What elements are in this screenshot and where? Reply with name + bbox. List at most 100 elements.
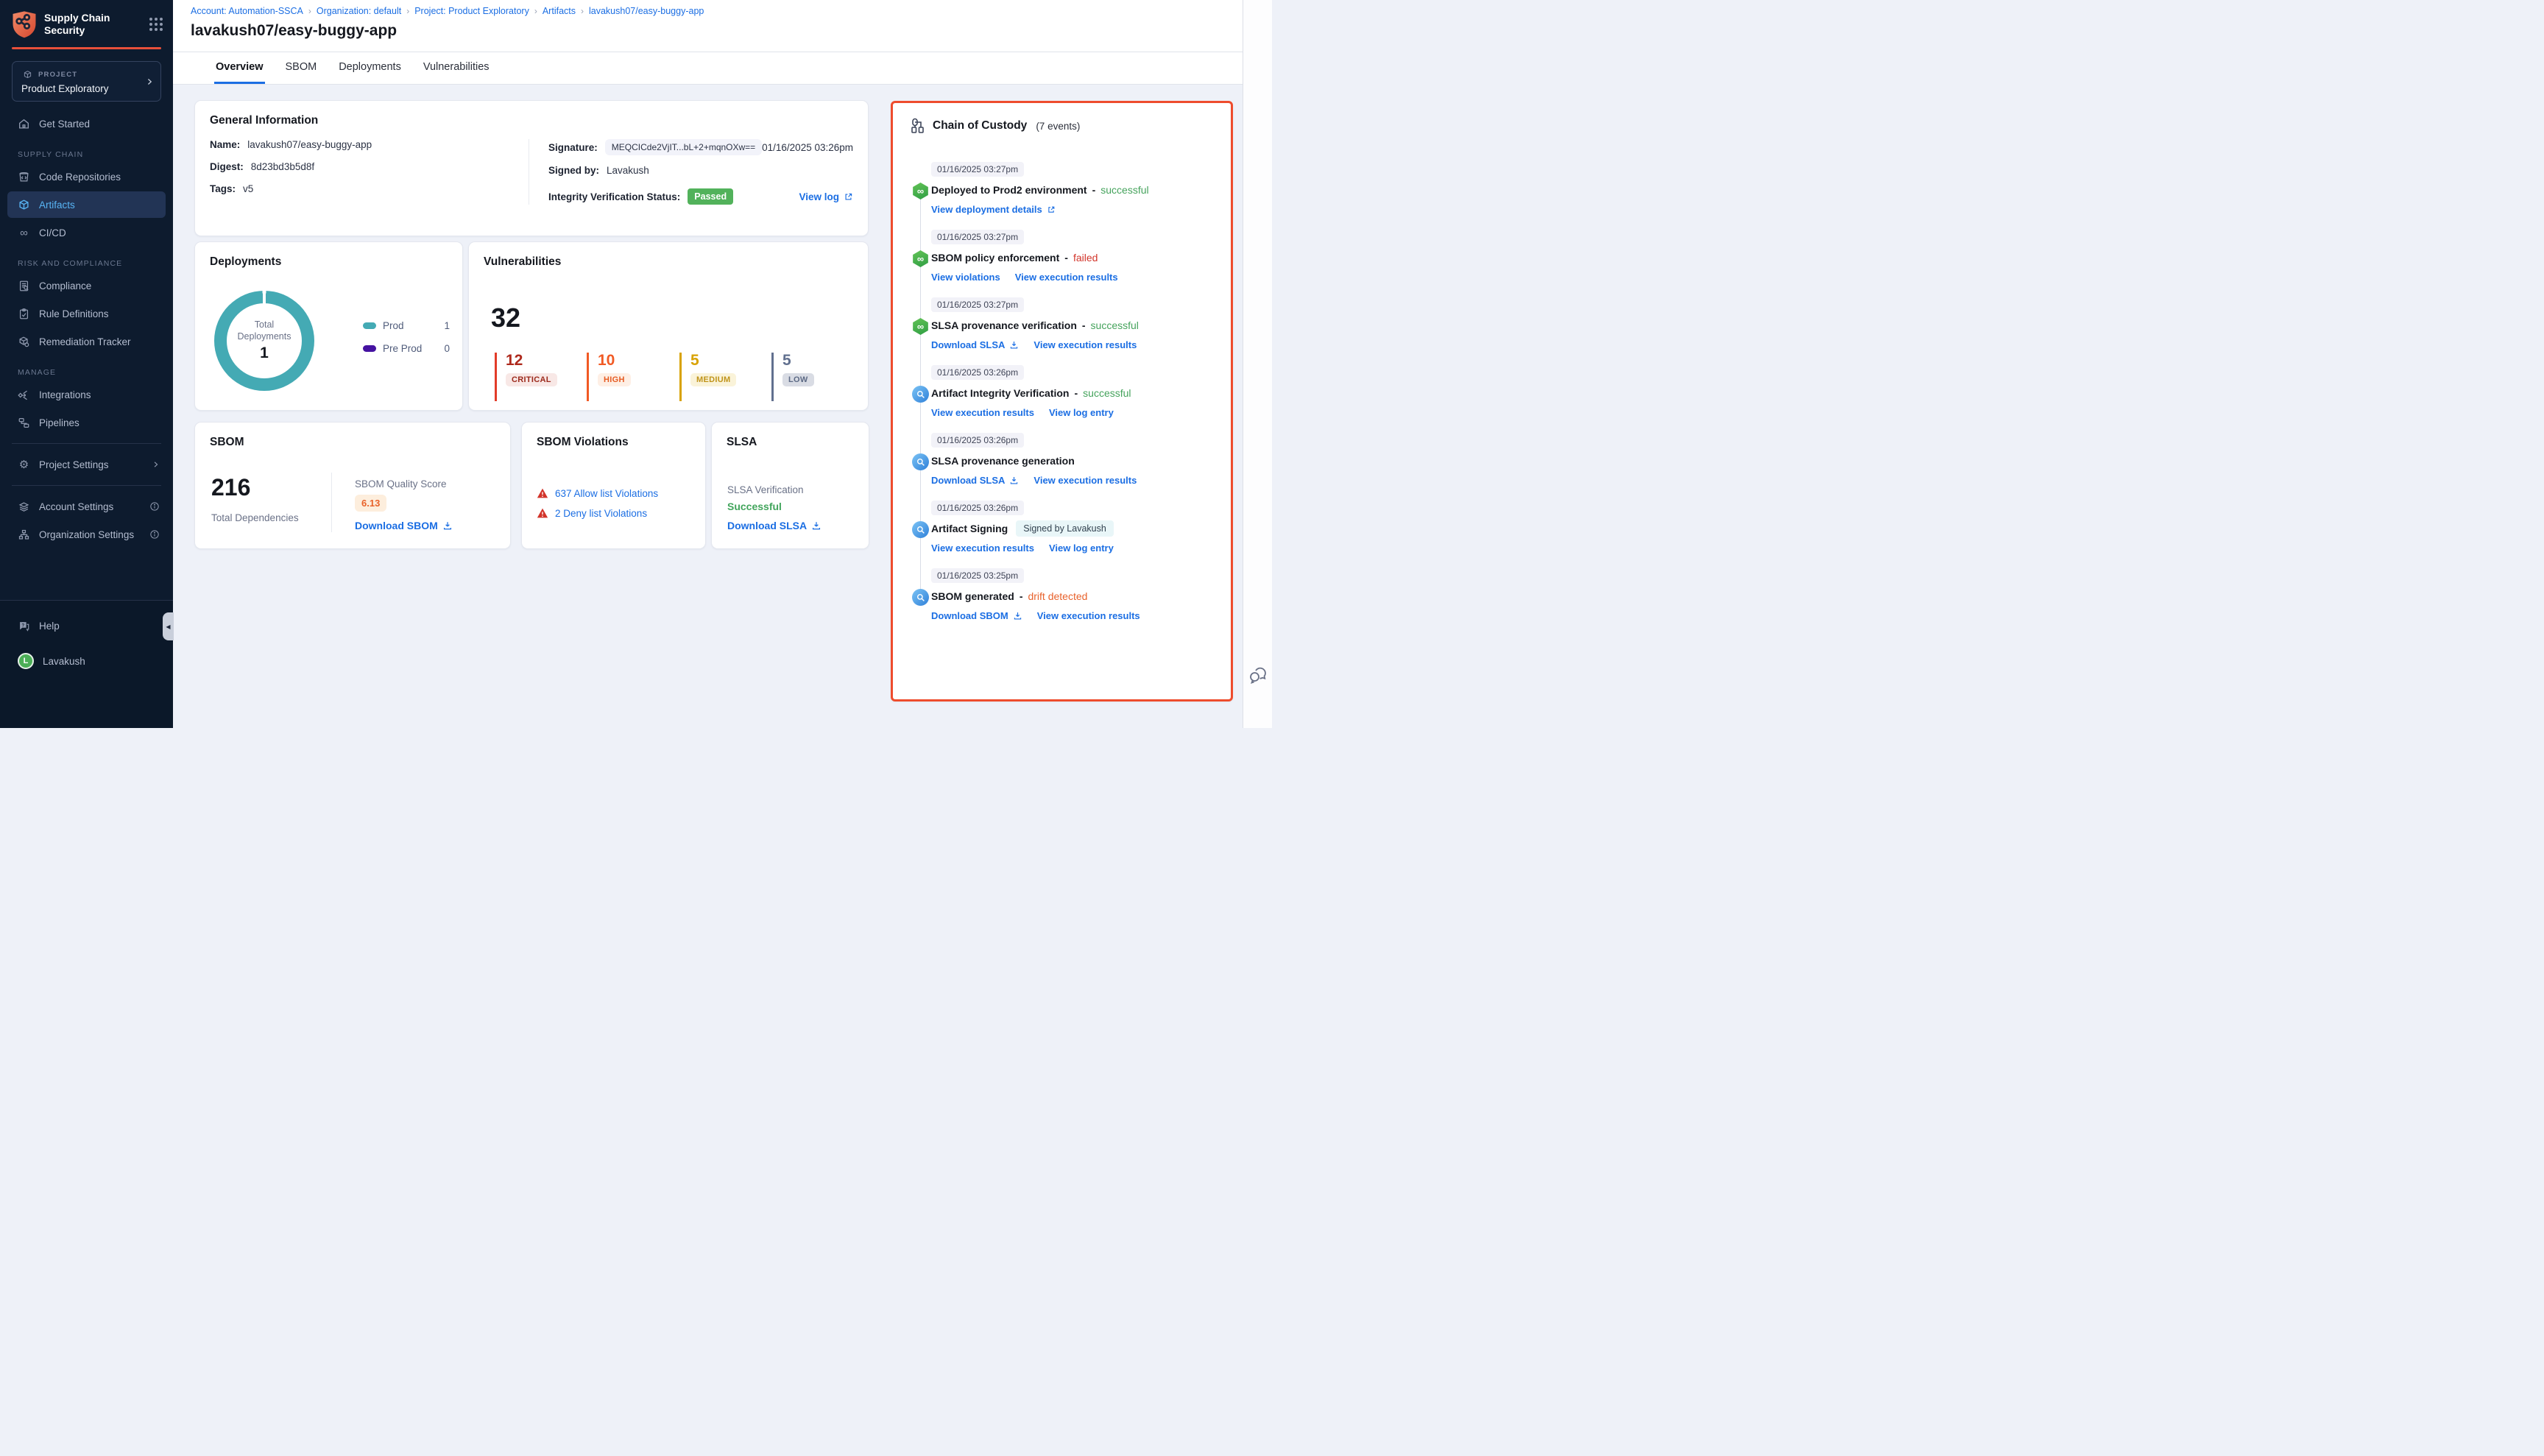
view-log-entry-link[interactable]: View log entry xyxy=(1049,407,1114,418)
sidebar-item-label: Artifacts xyxy=(39,199,160,211)
scan-event-icon xyxy=(912,521,929,538)
sidebar-item-artifacts[interactable]: Artifacts xyxy=(7,191,166,218)
deny-list-violations-link[interactable]: 2 Deny list Violations xyxy=(555,508,647,519)
slsa-card: SLSA SLSA Verification Successful Downlo… xyxy=(711,422,869,549)
download-slsa-link[interactable]: Download SLSA xyxy=(727,520,822,531)
sidebar-item-get-started[interactable]: Get Started xyxy=(7,110,166,137)
infinity-icon: ∞ xyxy=(18,227,30,239)
sidebar-section-manage: MANAGE xyxy=(18,368,173,377)
sidebar-item-rule-definitions[interactable]: Rule Definitions xyxy=(7,300,166,327)
sidebar-item-cicd[interactable]: ∞ CI/CD xyxy=(7,219,166,246)
event-title: SBOM generated xyxy=(931,590,1014,602)
breadcrumb-separator: › xyxy=(406,6,409,16)
breadcrumb-separator: › xyxy=(534,6,537,16)
tab-sbom[interactable]: SBOM xyxy=(284,52,319,84)
name-label: Name: xyxy=(210,139,240,150)
sidebar-item-label: Project Settings xyxy=(39,459,143,470)
sidebar-collapse-button[interactable]: ◀ xyxy=(163,612,174,640)
sidebar-item-label: Pipelines xyxy=(39,417,160,428)
severity-badge: CRITICAL xyxy=(506,373,557,386)
sidebar-item-pipelines[interactable]: Pipelines xyxy=(7,409,166,436)
sidebar-item-organization-settings[interactable]: Organization Settings xyxy=(7,521,166,548)
sidebar-item-integrations[interactable]: Integrations xyxy=(7,381,166,408)
view-violations-link[interactable]: View violations xyxy=(931,272,1000,283)
sidebar-item-project-settings[interactable]: ⚙ Project Settings xyxy=(7,451,166,478)
project-selector-value: Product Exploratory xyxy=(21,83,143,94)
sbom-card: SBOM 216 Total Dependencies SBOM Quality… xyxy=(194,422,511,549)
event-title: SLSA provenance verification xyxy=(931,319,1077,331)
chevron-right-icon xyxy=(152,460,160,469)
donut-center-label: Total Deployments 1 xyxy=(214,291,314,391)
event-timestamp: 01/16/2025 03:26pm xyxy=(931,501,1024,515)
view-log-entry-link[interactable]: View log entry xyxy=(1049,543,1114,554)
sidebar-item-account-settings[interactable]: Account Settings xyxy=(7,493,166,520)
event-title: Deployed to Prod2 environment xyxy=(931,184,1087,196)
event-timestamp: 01/16/2025 03:27pm xyxy=(931,297,1024,312)
view-execution-results-link[interactable]: View execution results xyxy=(1034,475,1137,486)
separator: - xyxy=(1082,319,1086,331)
tags-value: v5 xyxy=(243,183,253,194)
svg-text:?: ? xyxy=(21,623,24,628)
download-slsa-link[interactable]: Download SLSA xyxy=(931,339,1019,350)
chain-of-custody-panel: Chain of Custody (7 events) 01/16/2025 0… xyxy=(891,101,1233,702)
event-slsa-provenance-verification: 01/16/2025 03:27pm ∞ SLSA provenance ver… xyxy=(911,297,1213,365)
event-timestamp: 01/16/2025 03:25pm xyxy=(931,568,1024,583)
download-sbom-link[interactable]: Download SBOM xyxy=(355,520,453,531)
chain-of-custody-icon xyxy=(911,118,925,134)
info-icon[interactable] xyxy=(149,501,160,512)
sidebar-item-code-repositories[interactable]: Code Repositories xyxy=(7,163,166,190)
severity-critical: 12 CRITICAL xyxy=(495,353,557,401)
view-execution-results-link[interactable]: View execution results xyxy=(1015,272,1118,283)
allow-list-violations-row: 637 Allow list Violations xyxy=(537,487,658,499)
download-slsa-link[interactable]: Download SLSA xyxy=(931,475,1019,486)
sidebar-item-compliance[interactable]: Compliance xyxy=(7,272,166,299)
total-dependencies-label: Total Dependencies xyxy=(211,512,299,523)
page-header: Account: Automation-SSCA › Organization:… xyxy=(173,0,1243,52)
sbom-violations-card: SBOM Violations 637 Allow list Violation… xyxy=(521,422,706,549)
pipeline-event-icon: ∞ xyxy=(912,183,929,199)
tab-vulnerabilities[interactable]: Vulnerabilities xyxy=(422,52,491,84)
signed-by-value: Lavakush xyxy=(607,165,649,176)
avatar: L xyxy=(18,653,34,669)
digest-value: 8d23bd3b5d8f xyxy=(251,161,314,172)
breadcrumb-artifact[interactable]: lavakush07/easy-buggy-app xyxy=(589,6,704,16)
user-name: Lavakush xyxy=(43,656,160,667)
view-execution-results-link[interactable]: View execution results xyxy=(1037,610,1140,621)
card-title: SLSA xyxy=(727,436,854,449)
prod-swatch xyxy=(363,322,376,329)
sidebar-item-label: Organization Settings xyxy=(39,529,141,540)
project-selector[interactable]: PROJECT Product Exploratory xyxy=(12,61,161,102)
download-sbom-link[interactable]: Download SBOM xyxy=(931,610,1022,621)
user-menu[interactable]: L Lavakush xyxy=(7,648,166,674)
project-cube-icon xyxy=(21,68,34,81)
integrity-status-label: Integrity Verification Status: xyxy=(548,191,680,202)
event-artifact-integrity-verification: 01/16/2025 03:26pm Artifact Integrity Ve… xyxy=(911,365,1213,433)
signature-value[interactable]: MEQCICde2VjIT...bL+2+mqnOXw== xyxy=(605,139,762,155)
view-execution-results-link[interactable]: View execution results xyxy=(931,407,1034,418)
sidebar-item-label: Rule Definitions xyxy=(39,308,160,319)
view-log-link[interactable]: View log xyxy=(799,191,853,202)
tab-deployments[interactable]: Deployments xyxy=(337,52,403,84)
breadcrumb-organization[interactable]: Organization: default xyxy=(317,6,401,16)
download-icon xyxy=(811,520,822,531)
severity-medium: 5 MEDIUM xyxy=(679,353,736,401)
sidebar-item-help[interactable]: ? Help xyxy=(7,612,166,639)
general-information-card: General Information Name:lavakush07/easy… xyxy=(194,100,869,236)
breadcrumb-project[interactable]: Project: Product Exploratory xyxy=(414,6,529,16)
view-execution-results-link[interactable]: View execution results xyxy=(931,543,1034,554)
info-icon[interactable] xyxy=(149,529,160,540)
allow-list-violations-link[interactable]: 637 Allow list Violations xyxy=(555,488,658,499)
feedback-chat-icon[interactable] xyxy=(1248,665,1268,684)
module-grid-icon[interactable] xyxy=(149,18,163,31)
event-title: Artifact Integrity Verification xyxy=(931,387,1069,399)
sidebar-item-remediation-tracker[interactable]: Remediation Tracker xyxy=(7,328,166,355)
tags-label: Tags: xyxy=(210,183,236,194)
view-deployment-details-link[interactable]: View deployment details xyxy=(931,204,1056,215)
tab-overview[interactable]: Overview xyxy=(214,52,265,84)
app-logo-shield-icon xyxy=(12,10,37,38)
breadcrumb-account[interactable]: Account: Automation-SSCA xyxy=(191,6,303,16)
view-execution-results-link[interactable]: View execution results xyxy=(1034,339,1137,350)
breadcrumb-artifacts[interactable]: Artifacts xyxy=(543,6,576,16)
separator: - xyxy=(1020,590,1023,602)
event-timestamp: 01/16/2025 03:27pm xyxy=(931,162,1024,177)
